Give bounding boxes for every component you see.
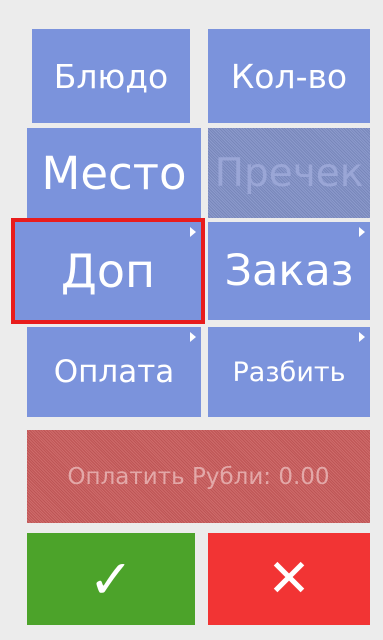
cancel-button[interactable]: ✕ — [208, 533, 370, 625]
order-button[interactable]: Заказ — [208, 222, 370, 320]
order-button-label: Заказ — [224, 246, 354, 296]
dish-button-label: Блюдо — [53, 56, 169, 96]
split-button[interactable]: Разбить — [208, 327, 370, 417]
place-button[interactable]: Место — [27, 128, 201, 218]
checkmark-icon: ✓ — [88, 547, 134, 611]
payment-button[interactable]: Оплата — [27, 327, 201, 417]
quantity-button[interactable]: Кол-во — [208, 29, 370, 123]
precheck-button: Пречек — [208, 128, 370, 218]
payment-button-label: Оплата — [53, 354, 175, 390]
submenu-arrow-icon — [359, 332, 365, 342]
submenu-arrow-icon — [190, 227, 196, 237]
pay-total-button: Оплатить Рубли: 0.00 — [27, 430, 370, 523]
extra-button-label: Доп — [60, 244, 156, 298]
place-button-label: Место — [41, 146, 187, 200]
submenu-arrow-icon — [190, 332, 196, 342]
close-icon: ✕ — [267, 549, 311, 609]
submenu-arrow-icon — [359, 227, 365, 237]
extra-button[interactable]: Доп — [11, 218, 205, 324]
confirm-button[interactable]: ✓ — [27, 533, 195, 625]
dish-button[interactable]: Блюдо — [32, 29, 190, 123]
pay-total-button-label: Оплатить Рубли: 0.00 — [67, 463, 330, 490]
quantity-button-label: Кол-во — [230, 56, 348, 96]
split-button-label: Разбить — [232, 356, 346, 388]
precheck-button-label: Пречек — [214, 150, 364, 196]
